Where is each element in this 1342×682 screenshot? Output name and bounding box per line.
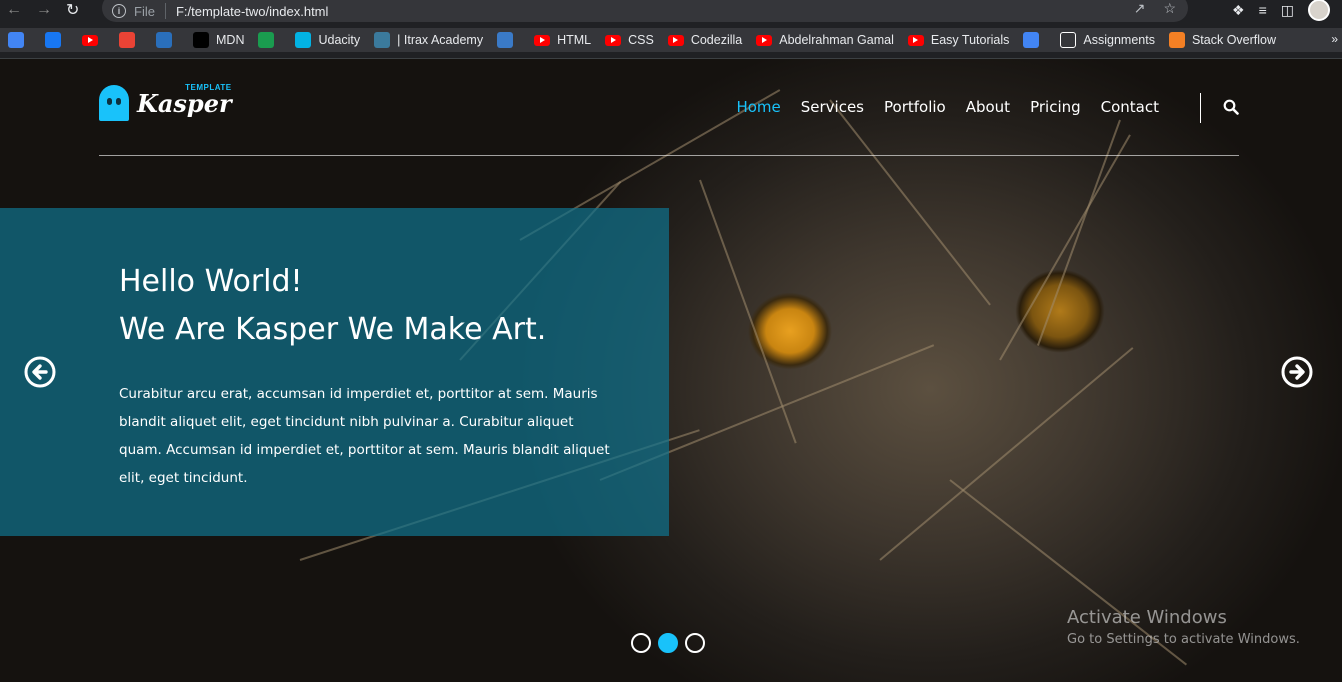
logo-main-text: Kasper bbox=[137, 88, 232, 118]
facebook-icon bbox=[45, 32, 61, 48]
stackoverflow-icon bbox=[1168, 32, 1185, 48]
youtube-icon bbox=[605, 34, 622, 46]
hero-title-line2: We Are Kasper We Make Art. bbox=[119, 312, 547, 347]
share-icon[interactable]: ↗ bbox=[1134, 0, 1146, 17]
bookmark-item[interactable]: Codezilla bbox=[667, 33, 743, 47]
bookmark-label: CSS bbox=[628, 33, 654, 47]
watermark-subtitle: Go to Settings to activate Windows. bbox=[1067, 632, 1300, 647]
youtube-icon bbox=[907, 34, 924, 46]
gmail-icon bbox=[119, 32, 135, 48]
youtube-icon bbox=[534, 34, 551, 46]
bookmark-item[interactable]: CSS bbox=[605, 33, 654, 47]
branch-decoration bbox=[999, 134, 1131, 361]
ghost-logo-icon bbox=[99, 85, 129, 121]
logo-text: TEMPLATE Kasper bbox=[137, 83, 232, 118]
search-icon[interactable] bbox=[1223, 99, 1239, 115]
mdn-icon bbox=[193, 32, 209, 48]
extension-area: ❖ ≡ ◫ bbox=[1232, 0, 1330, 21]
bookmark-item[interactable]: Udacity bbox=[295, 32, 360, 48]
nav-divider bbox=[1200, 93, 1201, 123]
youtube-icon bbox=[82, 34, 98, 46]
browser-nav-buttons: ← → ↻ bbox=[6, 0, 79, 20]
main-nav: Home Services Portfolio About Pricing Contact bbox=[736, 98, 1159, 116]
address-bar-actions: ↗ ☆ bbox=[1134, 0, 1176, 17]
hero-section: TEMPLATE Kasper Home Services Portfolio Abo… bbox=[0, 59, 1342, 682]
udacity-icon bbox=[295, 32, 312, 48]
bookmark-label: HTML bbox=[557, 33, 592, 47]
youtube-icon bbox=[667, 34, 684, 46]
bookmark-label: Abdelrahman Gamal bbox=[779, 33, 894, 47]
back-icon[interactable]: ← bbox=[6, 1, 22, 19]
bookmark-item[interactable] bbox=[156, 32, 179, 48]
bookmark-label: MDN bbox=[216, 33, 245, 47]
slider-bullets bbox=[631, 633, 705, 653]
site-icon bbox=[156, 32, 172, 48]
nav-link-contact[interactable]: Contact bbox=[1101, 98, 1159, 116]
hero-title-line1: Hello World! bbox=[119, 264, 303, 299]
side-panel-icon[interactable]: ◫ bbox=[1281, 2, 1294, 19]
logo-small-text: TEMPLATE bbox=[185, 82, 232, 92]
address-bar[interactable]: i File F:/template-two/index.html ↗ ☆ bbox=[102, 0, 1188, 22]
slider-next-arrow-icon[interactable] bbox=[1281, 356, 1313, 388]
info-icon[interactable]: i bbox=[112, 4, 126, 18]
site-logo[interactable]: TEMPLATE Kasper bbox=[99, 83, 232, 121]
nav-link-portfolio[interactable]: Portfolio bbox=[884, 98, 946, 116]
bookmark-item[interactable]: Abdelrahman Gamal bbox=[756, 33, 894, 47]
bookmark-item[interactable]: | Itrax Academy bbox=[374, 32, 483, 48]
watermark-title: Activate Windows bbox=[1067, 607, 1227, 628]
hero-text-box: Hello World! We Are Kasper We Make Art. … bbox=[0, 208, 669, 536]
url-scheme: File bbox=[134, 3, 155, 19]
browser-toolbar: ← → ↻ i File F:/template-two/index.html … bbox=[0, 0, 1342, 22]
google-icon bbox=[8, 32, 24, 48]
translate-icon bbox=[1023, 32, 1040, 48]
bookmark-item[interactable]: MDN bbox=[193, 32, 244, 48]
reload-icon[interactable]: ↻ bbox=[66, 0, 79, 20]
profile-avatar[interactable] bbox=[1308, 0, 1330, 21]
bookmark-item[interactable] bbox=[497, 32, 520, 48]
nav-link-pricing[interactable]: Pricing bbox=[1030, 98, 1081, 116]
nav-link-about[interactable]: About bbox=[966, 98, 1010, 116]
bookmark-item[interactable]: Easy Tutorials bbox=[907, 33, 1010, 47]
windows-activation-watermark: Activate Windows Go to Settings to activ… bbox=[1067, 607, 1300, 647]
w-icon bbox=[258, 32, 275, 48]
bookmark-item[interactable]: Assignments bbox=[1060, 32, 1155, 48]
bookmark-label: Assignments bbox=[1083, 33, 1155, 47]
forward-icon[interactable]: → bbox=[36, 1, 52, 19]
slider-bullet[interactable] bbox=[631, 633, 651, 653]
nav-link-services[interactable]: Services bbox=[801, 98, 864, 116]
hero-title: Hello World! We Are Kasper We Make Art. bbox=[119, 258, 669, 354]
nav-link-home[interactable]: Home bbox=[736, 98, 780, 116]
bookmark-item[interactable] bbox=[82, 34, 105, 46]
branch-decoration bbox=[699, 179, 797, 444]
bookmark-item[interactable] bbox=[8, 32, 31, 48]
e-icon bbox=[497, 32, 514, 48]
slider-prev-arrow-icon[interactable] bbox=[24, 356, 56, 388]
bookmark-item[interactable] bbox=[119, 32, 142, 48]
site-header: TEMPLATE Kasper Home Services Portfolio Abo… bbox=[99, 59, 1239, 156]
url-text[interactable]: F:/template-two/index.html bbox=[176, 4, 328, 19]
bookmark-label: Udacity bbox=[318, 33, 361, 47]
bookmark-item[interactable] bbox=[1023, 32, 1046, 48]
bookmark-label: Stack Overflow bbox=[1191, 33, 1277, 47]
bookmark-item[interactable]: HTML bbox=[534, 33, 591, 47]
reading-list-icon[interactable]: ≡ bbox=[1259, 2, 1267, 18]
assignments-icon bbox=[1060, 32, 1077, 48]
url-separator bbox=[164, 3, 166, 19]
bookmark-item[interactable] bbox=[258, 32, 281, 48]
bookmarks-bar: MDN Udacity | Itrax Academy HTML CSS Codezill… bbox=[0, 28, 1342, 52]
bookmark-label: | Itrax Academy bbox=[397, 33, 484, 47]
youtube-icon bbox=[756, 34, 773, 46]
branch-decoration bbox=[879, 347, 1134, 561]
itrax-icon bbox=[374, 32, 391, 48]
bookmark-item[interactable] bbox=[45, 32, 68, 48]
bookmark-label: Easy Tutorials bbox=[930, 33, 1010, 47]
slider-bullet[interactable] bbox=[658, 633, 678, 653]
slider-bullet[interactable] bbox=[685, 633, 705, 653]
bookmarks-more-icon[interactable]: » bbox=[1331, 32, 1338, 46]
extensions-puzzle-icon[interactable]: ❖ bbox=[1232, 2, 1245, 19]
bookmark-star-icon[interactable]: ☆ bbox=[1163, 0, 1176, 17]
bookmark-label: Codezilla bbox=[690, 33, 743, 47]
bookmark-item[interactable]: Stack Overflow bbox=[1168, 32, 1277, 48]
hero-paragraph: Curabitur arcu erat, accumsan id imperdi… bbox=[119, 386, 610, 486]
